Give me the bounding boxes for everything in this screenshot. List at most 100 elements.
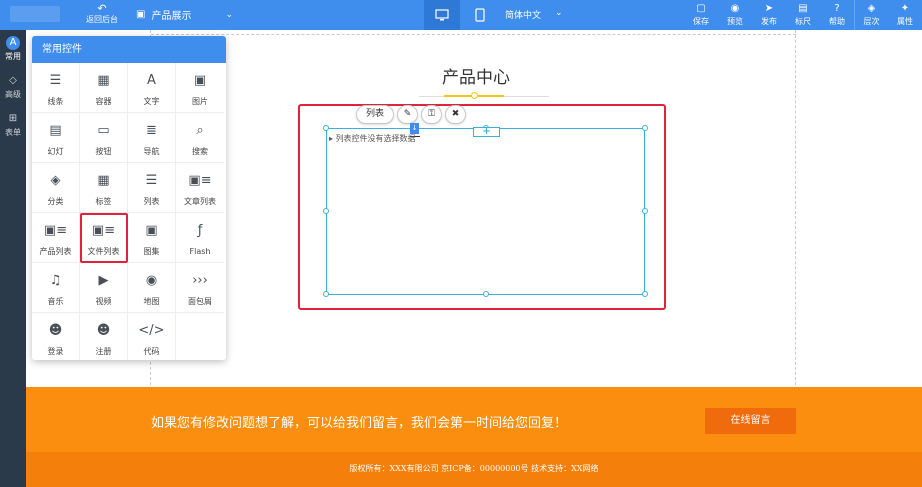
resize-handle[interactable] [323,125,329,131]
widget-text[interactable]: A 文字 [128,63,176,113]
language-selector[interactable]: 简体中文 ⌄ [505,8,563,21]
flash-icon: ƒ [197,223,203,238]
widget-music[interactable]: ♫ 音乐 [32,263,80,313]
widget-label: 图片 [192,97,208,106]
widget-map-pin[interactable]: ◉ 地图 [128,263,176,313]
chevron-down-icon: ⌄ [225,9,233,20]
widget-category[interactable]: ◈ 分类 [32,163,80,213]
register-user-icon: ☻ [96,323,111,338]
desktop-view-button[interactable] [424,0,460,30]
widget-video[interactable]: ▶ 视频 [80,263,128,313]
layers-icon: ◈ [867,3,876,14]
widget-container[interactable]: ▦ 容器 [80,63,128,113]
rail-item-common[interactable]: A 常用 [0,30,26,68]
rail-item-label: 高级 [5,90,21,99]
list-control-selection[interactable] [326,128,645,295]
resize-handle[interactable] [642,291,648,297]
search-icon: ⌕ [196,123,204,138]
rail-item-form[interactable]: ⊞ 表单 [0,106,26,144]
preview-label: 预览 [727,17,743,26]
widget-register-user[interactable]: ☻ 注册 [80,313,128,360]
control-toolbar: 列表 ✎ ⚿ ✖ [356,105,467,124]
layers-label: 层次 [863,17,880,26]
properties-button[interactable]: ✦ 属性 [888,0,922,30]
empty-message-text: 列表控件没有选择数据 [335,134,416,143]
resize-handle[interactable] [642,208,648,214]
widget-flash[interactable]: ƒ Flash [176,213,224,263]
widget-product-list[interactable]: ▣≡ 产品列表 [32,213,80,263]
footer: 版权所有：XXX有限公司 京ICP备：00000000号 技术支持：XX网络 [26,452,922,487]
widget-code[interactable]: </> 代码 [128,313,176,360]
container-icon: ▦ [97,73,110,88]
guide-line [795,30,796,390]
widget-button[interactable]: ▭ 按钮 [80,113,128,163]
resize-handle[interactable] [323,208,329,214]
nav-icon: ≣ [146,123,157,138]
empty-list-message: ▸ 列表控件没有选择数据 [329,134,416,143]
widget-panel: 常用控件 ☰ 线条 ▦ 容器 A 文字 ▣ 图片 ▤ 幻灯 ▭ 按钮 ≣ 导航 ⌕ 搜索 ◈ 分类 ▦ 标签 ☰ 列表 ▣≡… [32,36,226,360]
save-button[interactable]: ▢ 保存 [684,0,718,30]
common-icon: A [6,36,20,50]
unlock-icon[interactable]: ⚿ [421,105,443,124]
help-icon: ? [834,3,840,14]
map-pin-icon: ◉ [145,273,158,288]
wrench-icon[interactable]: ✎ [397,105,419,124]
widget-label: 线条 [47,97,64,106]
gallery-icon: ▣ [145,223,158,238]
publish-button[interactable]: ➤ 发布 [752,0,786,30]
resize-handle[interactable] [642,125,648,131]
widget-login-user[interactable]: ☻ 登录 [32,313,80,360]
add-row-button[interactable]: + [473,127,500,137]
widget-label: 列表 [143,197,160,206]
lines-icon: ☰ [49,73,62,88]
widget-label: 图集 [143,247,160,256]
empty-cell [176,313,224,360]
back-label: 返回后台 [86,15,118,24]
eye-icon: ◉ [730,3,740,14]
mobile-view-button[interactable] [462,0,498,30]
cta-text: 如果您有修改问题想了解，可以给我们留言，我们会第一时间给您回复！ [151,416,568,431]
widget-gallery[interactable]: ▣ 图集 [128,213,176,263]
widget-article-list[interactable]: ▣≡ 文章列表 [176,163,224,213]
widget-lines[interactable]: ☰ 线条 [32,63,80,113]
widget-file-list[interactable]: ▣≡ 文件列表 [80,213,128,263]
title-dot [471,92,478,99]
list-icon: ☰ [145,173,158,188]
product-list-icon: ▣≡ [43,223,68,238]
toolbar-actions: ▢ 保存 ◉ 预览 ➤ 发布 ▤ 标尺 ? 帮助 ◈ 层次 ✦ 属性 [684,0,922,30]
resize-handle[interactable] [483,291,489,297]
widget-calendar[interactable]: ▦ 标签 [80,163,128,213]
widget-label: 幻灯 [47,147,64,156]
calendar-icon: ▦ [97,173,110,188]
widget-image[interactable]: ▣ 图片 [176,63,224,113]
control-name-tag[interactable]: 列表 [356,105,395,124]
back-to-admin-button[interactable]: ↶ 返回后台 [78,2,126,25]
widget-label: 产品列表 [39,247,72,256]
leave-message-button[interactable]: 在线留言 [705,408,796,434]
widget-label: 分类 [47,197,64,206]
login-user-icon: ☻ [48,323,63,338]
widget-nav[interactable]: ≣ 导航 [128,113,176,163]
widget-search[interactable]: ⌕ 搜索 [176,113,224,163]
page-selector[interactable]: ▣ 产品展示 ⌄ [136,7,233,22]
widget-label: 地图 [143,297,160,306]
help-button[interactable]: ? 帮助 [820,0,854,30]
rail-item-advanced[interactable]: ◇ 高级 [0,68,26,106]
ruler-button[interactable]: ▤ 标尺 [786,0,820,30]
top-toolbar: ↶ 返回后台 ▣ 产品展示 ⌄ 简体中文 ⌄ ▢ 保存 ◉ 预览 ➤ 发布 ▤ 标尺 ?… [0,0,922,30]
widget-label: 视频 [95,297,112,306]
section-title[interactable]: 产品中心 [426,63,526,88]
widget-breadcrumb[interactable]: ››› 面包屑 [176,263,224,313]
preview-button[interactable]: ◉ 预览 [718,0,752,30]
resize-handle[interactable] [323,291,329,297]
widget-label: Flash [189,247,211,256]
widget-grid: ☰ 线条 ▦ 容器 A 文字 ▣ 图片 ▤ 幻灯 ▭ 按钮 ≣ 导航 ⌕ 搜索 ◈ 分类 ▦ 标签 ☰ 列表 ▣≡ 文章列表 ▣… [32,63,226,360]
widget-label: 容器 [95,97,112,106]
widget-list[interactable]: ☰ 列表 [128,163,176,213]
ruler-label: 标尺 [795,17,811,26]
widget-slideshow[interactable]: ▤ 幻灯 [32,113,80,163]
image-icon: ▣ [193,73,207,88]
trash-icon[interactable]: ✖ [445,105,467,124]
layers-button[interactable]: ◈ 层次 [854,0,888,30]
guide-line [151,34,796,35]
